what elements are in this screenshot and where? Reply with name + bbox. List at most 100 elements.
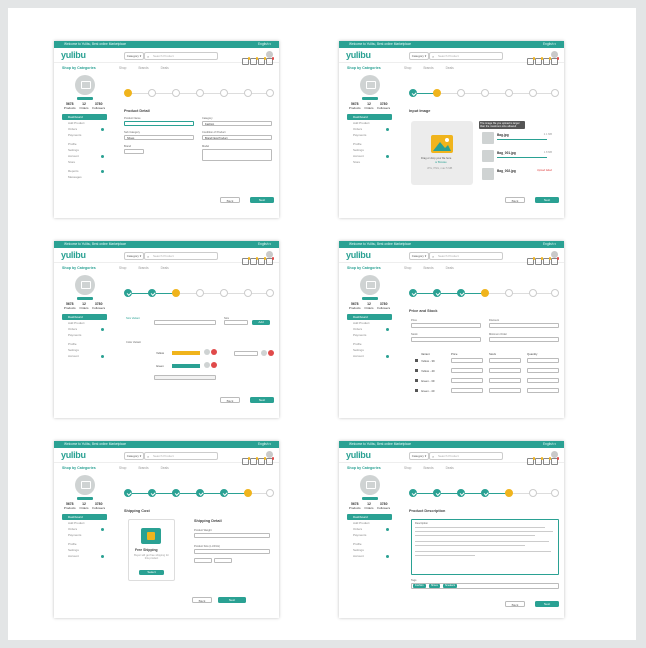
color-swatch-yellow[interactable] (172, 351, 200, 355)
profile-avatar[interactable] (74, 475, 95, 495)
back-button[interactable]: Back (505, 601, 525, 607)
profile-avatar[interactable] (359, 275, 380, 295)
delete-icon[interactable] (211, 349, 217, 355)
user-avatar[interactable] (266, 251, 273, 258)
cart-icon[interactable] (527, 257, 535, 265)
step-4[interactable] (196, 289, 204, 297)
step-3[interactable] (172, 489, 180, 497)
store-icon[interactable] (551, 457, 559, 465)
user-avatar[interactable] (551, 251, 558, 258)
search-input[interactable]: ⌕ Search Product (429, 52, 503, 60)
quantity-cell[interactable] (527, 378, 559, 383)
brand-logo[interactable]: yulibu (346, 250, 371, 260)
bell-icon[interactable] (250, 57, 258, 65)
brand-input[interactable] (124, 149, 144, 154)
tab-deals[interactable]: Deals (161, 466, 169, 470)
tab-shop[interactable]: Shop (119, 266, 126, 270)
shop-by-categories[interactable]: Shop by Categories (62, 66, 96, 70)
step-7[interactable] (551, 289, 559, 297)
sidebar-item-payments[interactable]: Payments (347, 332, 392, 338)
weight-input[interactable] (194, 533, 270, 538)
step-7[interactable] (266, 89, 274, 97)
sidebar-item-account[interactable]: Account (62, 553, 107, 559)
step-4[interactable] (481, 289, 489, 297)
profile-avatar[interactable] (359, 75, 380, 95)
shop-by-categories[interactable]: Shop by Categories (347, 66, 381, 70)
tab-brands[interactable]: Brands (138, 66, 148, 70)
tag-chip[interactable]: Shoes (429, 584, 440, 588)
quantity-cell[interactable] (527, 368, 559, 373)
category-input[interactable]: Fashion (202, 121, 272, 126)
next-button[interactable]: Next (218, 597, 246, 603)
color-size-input[interactable] (234, 351, 258, 356)
category-select[interactable]: Category ▾ (124, 52, 144, 60)
step-6[interactable] (244, 289, 252, 297)
category-select[interactable]: Category ▾ (124, 452, 144, 460)
language-select[interactable]: English ▾ (543, 242, 556, 246)
brand-logo[interactable]: yulibu (346, 450, 371, 460)
step-2[interactable] (433, 89, 441, 97)
step-4[interactable] (481, 489, 489, 497)
category-select[interactable]: Category ▾ (409, 252, 429, 260)
tab-deals[interactable]: Deals (161, 66, 169, 70)
search-input[interactable]: ⌕ Search Product (144, 452, 218, 460)
step-3[interactable] (172, 289, 180, 297)
step-3[interactable] (457, 89, 465, 97)
quantity-cell[interactable] (527, 388, 559, 393)
bell-icon[interactable] (535, 257, 543, 265)
step-5[interactable] (505, 89, 513, 97)
image-dropzone[interactable]: Drag or drop your file here or Browse JP… (411, 121, 473, 185)
search-input[interactable]: ⌕ Search Product (429, 452, 503, 460)
step-7[interactable] (551, 489, 559, 497)
user-avatar[interactable] (266, 451, 273, 458)
stock-cell[interactable] (489, 378, 521, 383)
language-select[interactable]: English ▾ (543, 442, 556, 446)
tag-chip[interactable]: Sneakers (443, 584, 458, 588)
shop-by-categories[interactable]: Shop by Categories (347, 266, 381, 270)
step-5[interactable] (220, 289, 228, 297)
bell-icon[interactable] (250, 457, 258, 465)
language-select[interactable]: English ▾ (543, 42, 556, 46)
mail-icon[interactable] (543, 257, 551, 265)
step-4[interactable] (196, 489, 204, 497)
back-button[interactable]: Back (220, 197, 240, 203)
sub-category-input[interactable]: Shoes (124, 135, 194, 140)
cart-icon[interactable] (242, 57, 250, 65)
delete-icon[interactable] (211, 362, 217, 368)
mail-icon[interactable] (543, 457, 551, 465)
step-1[interactable] (409, 489, 417, 497)
step-2[interactable] (148, 489, 156, 497)
price-input[interactable] (411, 323, 481, 328)
step-6[interactable] (529, 289, 537, 297)
browse-link[interactable]: or Browse (435, 161, 447, 164)
price-cell[interactable] (451, 368, 483, 373)
profile-avatar[interactable] (74, 275, 95, 295)
row-checkbox[interactable] (415, 379, 418, 382)
add-color-row[interactable] (154, 375, 216, 380)
step-5[interactable] (220, 89, 228, 97)
tab-deals[interactable]: Deals (446, 66, 454, 70)
tab-brands[interactable]: Brands (423, 66, 433, 70)
tab-brands[interactable]: Brands (423, 266, 433, 270)
category-select[interactable]: Category ▾ (409, 452, 429, 460)
price-cell[interactable] (451, 378, 483, 383)
step-7[interactable] (266, 489, 274, 497)
sidebar-item-payments[interactable]: Payments (62, 132, 107, 138)
sidebar-item-store[interactable]: Store (62, 159, 107, 165)
tab-brands[interactable]: Brands (138, 466, 148, 470)
search-input[interactable]: ⌕ Search Product (144, 52, 218, 60)
step-5[interactable] (505, 289, 513, 297)
mail-icon[interactable] (258, 257, 266, 265)
step-5[interactable] (505, 489, 513, 497)
model-input[interactable] (202, 149, 272, 161)
edit-icon[interactable] (204, 362, 210, 368)
price-cell[interactable] (451, 358, 483, 363)
back-button[interactable]: Back (505, 197, 525, 203)
tab-shop[interactable]: Shop (404, 66, 411, 70)
color-swatch-green[interactable] (172, 364, 200, 368)
search-input[interactable]: ⌕ Search Product (429, 252, 503, 260)
step-2[interactable] (433, 289, 441, 297)
mail-icon[interactable] (543, 57, 551, 65)
bell-icon[interactable] (535, 457, 543, 465)
brand-logo[interactable]: yulibu (346, 50, 371, 60)
